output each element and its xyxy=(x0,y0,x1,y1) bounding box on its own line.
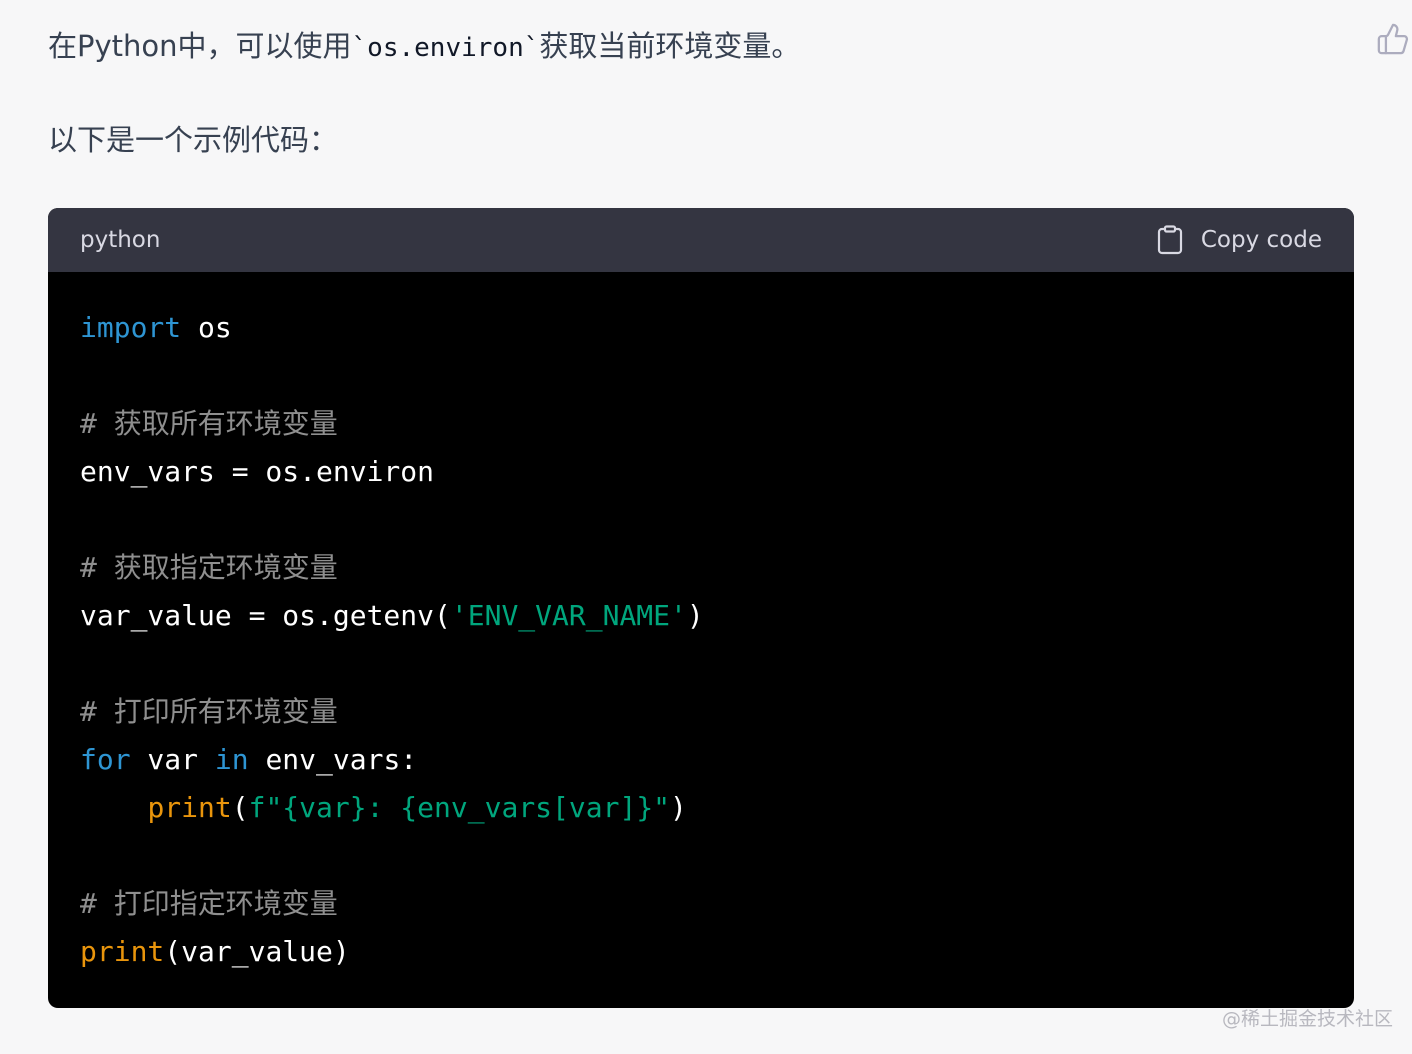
code-line: # 获取所有环境变量 xyxy=(80,400,704,448)
code-line: print(f"{var}: {env_vars[var]}") xyxy=(80,784,704,832)
message-paragraph-1: 在Python中，可以使用`os.environ`获取当前环境变量。 xyxy=(48,26,800,68)
code-line: import os xyxy=(80,304,704,352)
code-token: var_value = os.getenv( xyxy=(80,599,451,632)
code-token: # 获取所有环境变量 xyxy=(80,407,338,440)
code-line: # 获取指定环境变量 xyxy=(80,544,704,592)
copy-code-button[interactable]: Copy code xyxy=(1157,208,1322,272)
code-token: os xyxy=(181,311,232,344)
code-line: env_vars = os.environ xyxy=(80,448,704,496)
code-token: ) xyxy=(686,599,704,632)
code-line: print(var_value) xyxy=(80,928,704,976)
code-line: for var in env_vars: xyxy=(80,736,704,784)
code-block: python Copy code import os # 获取所有环境变量 env_… xyxy=(48,208,1354,1008)
code-token: import xyxy=(80,311,182,344)
code-token: # 获取指定环境变量 xyxy=(80,551,338,584)
thumbs-up-icon[interactable] xyxy=(1376,22,1410,56)
code-language-label: python xyxy=(80,227,161,253)
clipboard-icon xyxy=(1157,225,1183,255)
code-token: ) xyxy=(670,791,687,824)
code-token: print xyxy=(147,791,232,824)
code-block-header: python Copy code xyxy=(48,208,1354,272)
copy-code-label: Copy code xyxy=(1200,227,1322,253)
watermark: @稀土掘金技术社区 xyxy=(1222,1008,1394,1030)
code-token: print xyxy=(80,935,165,968)
code-content[interactable]: import os # 获取所有环境变量 env_vars = os.environ… xyxy=(80,304,704,976)
code-token: in xyxy=(214,743,249,776)
code-token: 'ENV_VAR_NAME' xyxy=(450,599,687,632)
inline-code: `os.environ` xyxy=(351,33,540,63)
code-token: (var_value) xyxy=(164,935,350,968)
code-token: for xyxy=(80,743,131,776)
paragraph-text: 在Python中，可以使用 xyxy=(48,29,352,63)
code-token: # 打印指定环境变量 xyxy=(80,887,338,920)
code-token: env_vars: xyxy=(248,743,418,776)
code-token: var xyxy=(130,743,215,776)
code-line: var_value = os.getenv('ENV_VAR_NAME') xyxy=(80,592,704,640)
code-token: env_vars = os.environ xyxy=(80,455,435,488)
code-token: # 打印所有环境变量 xyxy=(80,695,338,728)
code-token: f"{var}: {env_vars[var]}" xyxy=(248,791,671,824)
paragraph-text: 获取当前环境变量。 xyxy=(539,29,801,63)
message-paragraph-2: 以下是一个示例代码： xyxy=(48,123,339,157)
code-line: # 打印指定环境变量 xyxy=(80,880,704,928)
code-line: # 打印所有环境变量 xyxy=(80,688,704,736)
code-token: ( xyxy=(231,791,249,824)
